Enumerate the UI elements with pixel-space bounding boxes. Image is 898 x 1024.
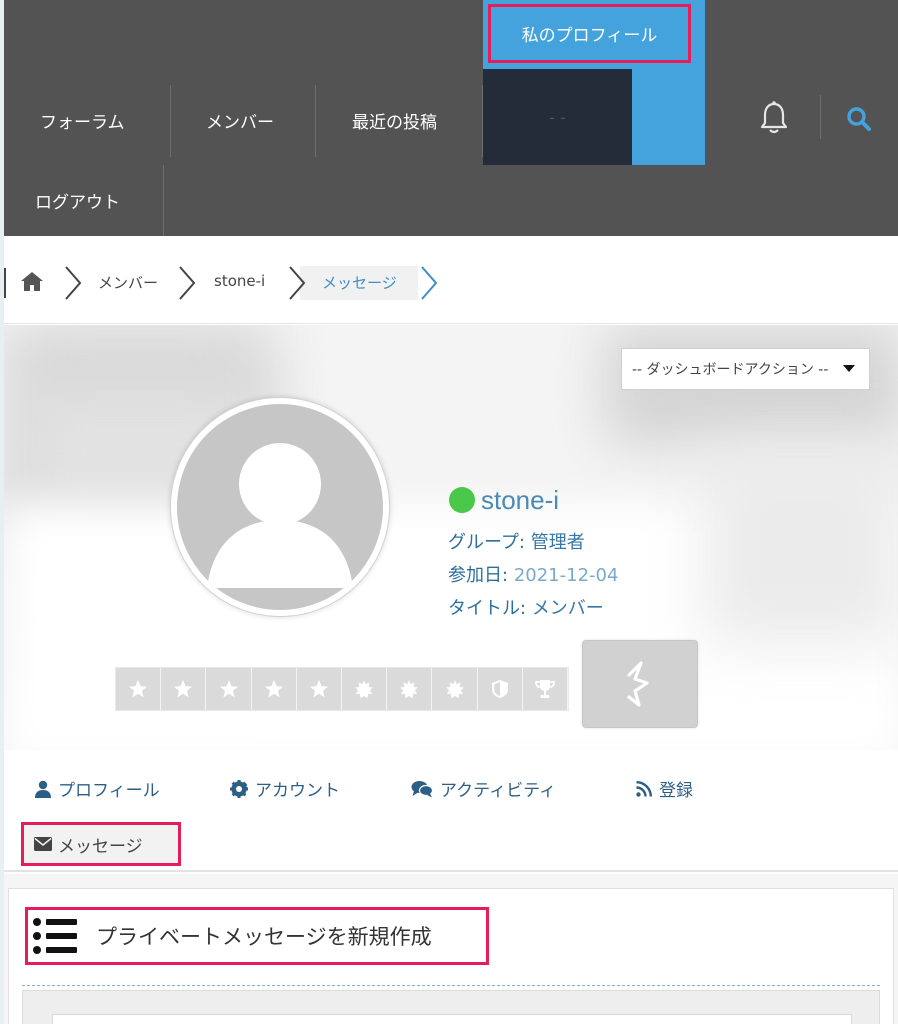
profile-submenu-item[interactable]: - - — [483, 69, 632, 165]
nav-recent-posts[interactable]: 最近の投稿 — [352, 108, 437, 133]
avatar — [170, 397, 390, 617]
tab-account[interactable]: アカウント — [230, 776, 340, 801]
rank-badges — [115, 667, 569, 711]
nav-forum[interactable]: フォーラム — [40, 108, 125, 133]
compose-message-heading[interactable]: プライベートメッセージを新規作成 — [25, 907, 489, 965]
rss-icon — [636, 780, 652, 797]
breadcrumb-members[interactable]: メンバー — [98, 272, 158, 293]
comments-icon — [411, 780, 433, 797]
star-icon — [296, 668, 343, 710]
meta-group: グループ: 管理者 — [448, 528, 585, 554]
bell-icon[interactable] — [759, 100, 789, 136]
meta-joined-value: 2021-12-04 — [513, 565, 619, 586]
meta-joined: 参加日: 2021-12-04 — [448, 561, 618, 587]
home-icon[interactable] — [20, 270, 44, 292]
user-icon — [35, 780, 51, 798]
tab-subscriptions[interactable]: 登録 — [636, 776, 693, 801]
breadcrumb-edge — [4, 268, 6, 298]
tab-activity-label: アクティビティ — [440, 781, 557, 801]
breadcrumb-current: メッセージ — [322, 274, 397, 292]
divider — [22, 985, 880, 986]
user-silhouette-icon — [177, 404, 383, 610]
online-status-indicator — [449, 487, 475, 513]
star-icon — [206, 668, 252, 710]
dashboard-action-select[interactable]: -- ダッシュボードアクション -- — [621, 348, 870, 390]
caret-down-icon — [843, 365, 855, 372]
sun-icon — [342, 668, 388, 710]
meta-group-key: グループ: — [448, 532, 525, 553]
star-icon — [116, 668, 162, 710]
recipient-input[interactable] — [52, 1014, 852, 1024]
nav-divider — [163, 165, 164, 236]
tab-messages[interactable]: メッセージ — [21, 822, 181, 866]
meta-group-value: 管理者 — [530, 532, 585, 553]
star-icon — [161, 668, 207, 710]
tab-subscriptions-label: 登録 — [659, 781, 693, 801]
chevron-right-icon — [62, 264, 84, 302]
nav-divider — [482, 85, 483, 157]
tab-messages-label: メッセージ — [58, 836, 143, 857]
sun-icon — [432, 668, 478, 710]
star-icon — [251, 668, 297, 710]
chevron-right-icon — [176, 264, 198, 302]
breadcrumb-user[interactable]: stone-i — [214, 272, 265, 290]
tab-profile-label: プロフィール — [58, 781, 160, 801]
nav-divider — [170, 85, 171, 157]
tab-activity[interactable]: アクティビティ — [411, 776, 556, 801]
shield-icon — [477, 668, 523, 710]
dashboard-action-label: -- ダッシュボードアクション -- — [632, 362, 829, 378]
profile-username: stone-i — [481, 485, 560, 515]
meta-joined-key: 参加日: — [448, 565, 509, 586]
compose-title-text: プライベートメッセージを新規作成 — [96, 925, 432, 949]
meta-title-value: メンバー — [531, 598, 604, 619]
rank-image — [582, 640, 698, 728]
envelope-icon — [34, 837, 52, 851]
chevron-right-icon — [286, 264, 308, 302]
list-icon — [33, 918, 77, 954]
nav-my-profile[interactable]: 私のプロフィール — [488, 4, 691, 63]
chevron-right-icon — [418, 264, 440, 302]
nav-divider — [315, 85, 316, 157]
page-frame: - - 私のプロフィール フォーラム メンバー 最近の投稿 ログアウト メンバー… — [4, 0, 898, 1024]
main-nav: - - 私のプロフィール フォーラム メンバー 最近の投稿 ログアウト — [4, 0, 898, 236]
sun-icon — [387, 668, 433, 710]
tab-account-label: アカウント — [255, 781, 340, 801]
gear-icon — [230, 779, 248, 798]
meta-title-key: タイトル: — [448, 598, 527, 619]
nav-members[interactable]: メンバー — [206, 108, 274, 133]
tab-profile[interactable]: プロフィール — [35, 776, 160, 801]
meta-title: タイトル: メンバー — [448, 594, 604, 620]
nav-logout[interactable]: ログアウト — [35, 188, 120, 213]
trophy-icon — [522, 668, 569, 710]
cover-blur — [704, 445, 898, 645]
nav-divider — [820, 95, 821, 139]
search-icon[interactable] — [846, 106, 872, 132]
